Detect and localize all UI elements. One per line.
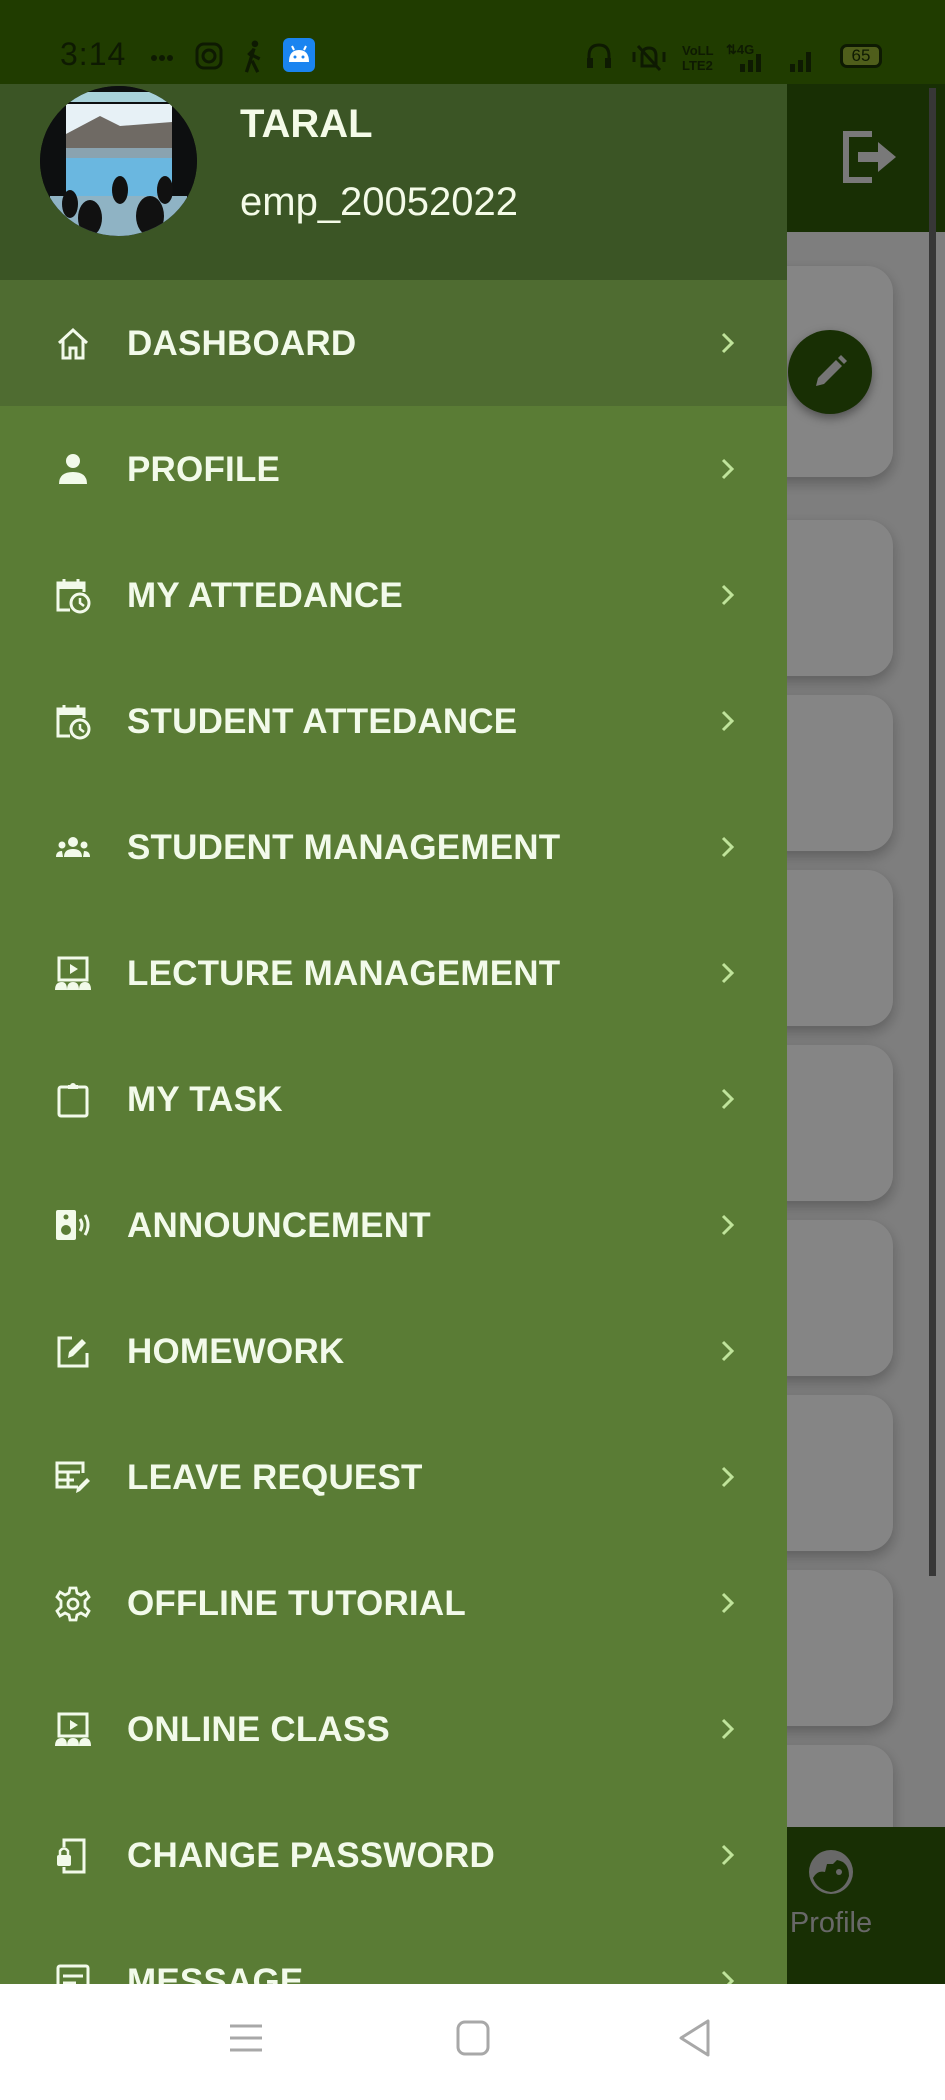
speaker-icon <box>56 1210 90 1240</box>
menu-item-student-management[interactable]: STUDENT MANAGEMENT <box>0 784 787 910</box>
svg-text:VoLL: VoLL <box>682 43 714 58</box>
signal-icon <box>790 52 811 72</box>
chevron-right-icon <box>721 458 735 480</box>
chevron-right-icon <box>721 1088 735 1110</box>
svg-text:LTE2: LTE2 <box>682 58 713 73</box>
chevron-right-icon <box>721 1970 735 1984</box>
home-icon <box>57 327 89 360</box>
menu-item-offline-tutorial[interactable]: OFFLINE TUTORIAL <box>0 1540 787 1666</box>
menu-item-profile[interactable]: PROFILE <box>0 406 787 532</box>
status-time: 3:14 <box>60 36 127 72</box>
menu-item-lecture-management[interactable]: LECTURE MANAGEMENT <box>0 910 787 1036</box>
clipboard-icon <box>57 1083 89 1118</box>
table-edit-icon <box>55 1461 90 1493</box>
chevron-right-icon <box>721 836 735 858</box>
menu-item-message[interactable]: MESSAGE <box>0 1918 787 1984</box>
chevron-right-icon <box>721 1214 735 1236</box>
home-button-icon[interactable] <box>453 2018 493 2058</box>
menu-item-label: MESSAGE <box>127 1962 304 1984</box>
chevron-right-icon <box>721 962 735 984</box>
4g-signal-icon: ⇅4G <box>726 42 761 72</box>
menu-item-label: DASHBOARD <box>127 324 357 363</box>
menu-item-change-password[interactable]: CHANGE PASSWORD <box>0 1792 787 1918</box>
android-app-icon <box>283 38 315 72</box>
volte-icon: VoLL LTE2 <box>682 43 714 73</box>
headphones-icon <box>587 43 611 68</box>
phone-lock-icon <box>57 1838 86 1874</box>
more-dots-icon <box>151 55 173 61</box>
menu-item-label: PROFILE <box>127 450 281 489</box>
chevron-right-icon <box>721 1718 735 1740</box>
menu-item-student-attendance[interactable]: STUDENT ATTEDANCE <box>0 658 787 784</box>
menu-item-label: STUDENT MANAGEMENT <box>127 828 561 867</box>
menu-item-label: MY TASK <box>127 1080 283 1119</box>
vibrate-silent-icon <box>632 44 666 72</box>
drawer-menu: DASHBOARD PROFILE MY ATTEDANCE STUDENT A… <box>0 280 787 1984</box>
user-id: emp_20052022 <box>240 180 519 224</box>
menu-item-homework[interactable]: HOMEWORK <box>0 1288 787 1414</box>
system-navigation-bar <box>0 1984 945 2100</box>
menu-item-label: MY ATTEDANCE <box>127 576 403 615</box>
instagram-icon <box>195 42 223 70</box>
chevron-right-icon <box>721 1844 735 1866</box>
menu-item-announcement[interactable]: ANNOUNCEMENT <box>0 1162 787 1288</box>
menu-item-label: ANNOUNCEMENT <box>127 1206 431 1245</box>
group-icon <box>56 837 90 857</box>
recent-apps-icon[interactable] <box>226 2018 266 2058</box>
menu-item-dashboard[interactable]: DASHBOARD <box>0 280 787 406</box>
lecture-screen-icon <box>55 1712 91 1746</box>
chevron-right-icon <box>721 1466 735 1488</box>
drawer-header: TARAL emp_20052022 <box>0 84 787 280</box>
menu-item-label: STUDENT ATTEDANCE <box>127 702 518 741</box>
avatar[interactable] <box>40 86 197 236</box>
chevron-right-icon <box>721 1592 735 1614</box>
menu-item-label: LEAVE REQUEST <box>127 1458 423 1497</box>
battery-indicator: 65 <box>840 44 882 68</box>
lecture-screen-icon <box>55 956 91 990</box>
message-icon <box>56 1964 90 1984</box>
menu-item-label: ONLINE CLASS <box>127 1710 390 1749</box>
menu-item-label: CHANGE PASSWORD <box>127 1836 495 1875</box>
chevron-right-icon <box>721 1340 735 1362</box>
menu-item-label: LECTURE MANAGEMENT <box>127 954 561 993</box>
back-button-icon[interactable] <box>676 2018 716 2058</box>
status-bar: 3:14 VoLL LTE2 ⇅4G 65 <box>0 0 945 84</box>
person-icon <box>59 454 87 484</box>
user-name: TARAL <box>240 102 373 146</box>
walking-icon <box>244 40 261 73</box>
menu-item-label: OFFLINE TUTORIAL <box>127 1584 466 1623</box>
calendar-clock-icon <box>56 579 91 614</box>
menu-item-my-attendance[interactable]: MY ATTEDANCE <box>0 532 787 658</box>
navigation-drawer: TARAL emp_20052022 DASHBOARD PROFILE MY … <box>0 84 787 1984</box>
menu-item-leave-request[interactable]: LEAVE REQUEST <box>0 1414 787 1540</box>
menu-item-online-class[interactable]: ONLINE CLASS <box>0 1666 787 1792</box>
chevron-right-icon <box>721 584 735 606</box>
menu-item-label: HOMEWORK <box>127 1332 345 1371</box>
calendar-clock-icon <box>56 705 91 740</box>
svg-text:⇅4G: ⇅4G <box>726 42 754 57</box>
menu-item-my-task[interactable]: MY TASK <box>0 1036 787 1162</box>
edit-square-icon <box>57 1336 89 1368</box>
avatar-image <box>40 86 197 236</box>
gear-icon <box>55 1586 91 1622</box>
chevron-right-icon <box>721 710 735 732</box>
chevron-right-icon <box>721 332 735 354</box>
